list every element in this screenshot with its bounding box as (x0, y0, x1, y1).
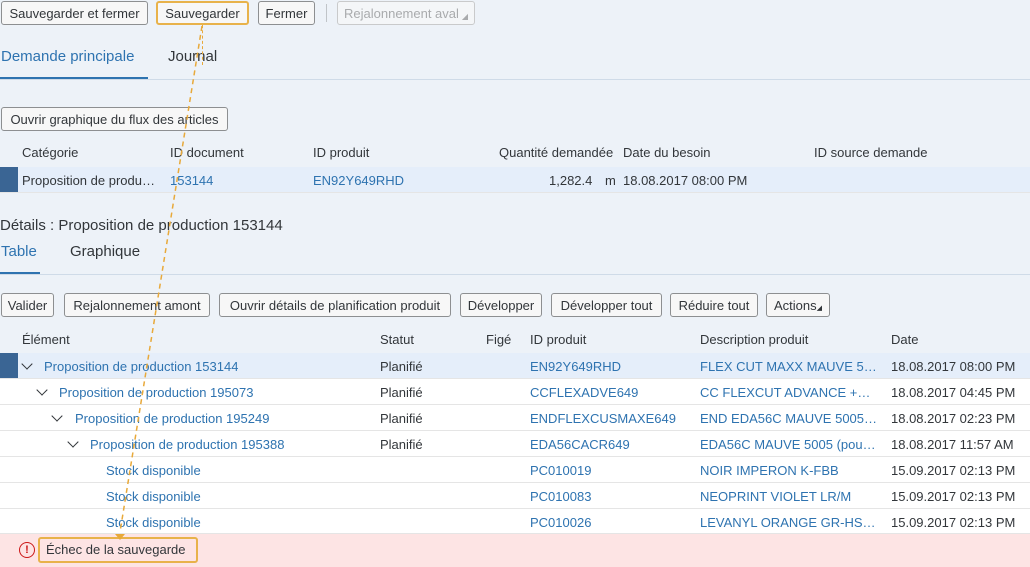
details-tabs-separator (0, 274, 1030, 275)
col-category: Catégorie (22, 145, 79, 160)
date-cell: 18.08.2017 11:57 AM (891, 437, 1014, 452)
row-selection-marker (0, 353, 18, 378)
tab-main-demand[interactable]: Demande principale (1, 48, 134, 65)
col-need-date: Date du besoin (623, 145, 711, 160)
actions-label: Actions (773, 297, 817, 313)
demand-category: Proposition de produ… (22, 173, 155, 188)
element-link[interactable]: Stock disponible (106, 515, 201, 530)
date-cell: 18.08.2017 04:45 PM (891, 385, 1016, 400)
date-cell: 15.09.2017 02:13 PM (891, 463, 1016, 478)
status-cell: Planifié (380, 385, 423, 400)
col-element: Élément (22, 332, 70, 347)
expand-all-button[interactable]: Développer tout (551, 293, 662, 317)
annotation-connector (202, 25, 203, 65)
chevron-down-icon[interactable] (51, 410, 63, 422)
col-document-id: ID document (170, 145, 244, 160)
date-cell: 15.09.2017 02:13 PM (891, 515, 1016, 530)
tab-table[interactable]: Table (1, 243, 37, 260)
col-status: Statut (380, 332, 414, 347)
details-title: Détails : Proposition de production 1531… (0, 217, 283, 234)
table-row[interactable]: Proposition de production 195073 Planifi… (0, 379, 1030, 405)
toolbar-separator (326, 4, 327, 22)
date-cell: 15.09.2017 02:13 PM (891, 489, 1016, 504)
element-link[interactable]: Proposition de production 195388 (90, 437, 284, 452)
tab-graphic[interactable]: Graphique (70, 243, 140, 260)
demand-document-link[interactable]: 153144 (170, 173, 213, 188)
product-link[interactable]: ENDFLEXCUSMAXE649 (530, 411, 676, 426)
demand-product-link[interactable]: EN92Y649RHD (313, 173, 404, 188)
open-flow-graph-button[interactable]: Ouvrir graphique du flux des articles (1, 107, 228, 131)
table-row[interactable]: Stock disponible PC010019 NOIR IMPERON K… (0, 457, 1030, 483)
description-link[interactable]: END EDA56C MAUVE 5005… (700, 411, 886, 426)
reschedule-down-label: Rejalonnement aval (344, 5, 459, 21)
product-link[interactable]: PC010019 (530, 463, 591, 478)
demand-unit: m (605, 173, 616, 188)
reschedule-down-button[interactable]: Rejalonnement aval ◢ (337, 1, 475, 25)
date-cell: 18.08.2017 02:23 PM (891, 411, 1016, 426)
table-row[interactable]: Stock disponible PC010083 NEOPRINT VIOLE… (0, 483, 1030, 509)
col-product-description: Description produit (700, 332, 809, 347)
date-cell: 18.08.2017 08:00 PM (891, 359, 1016, 374)
chevron-down-icon[interactable] (21, 358, 33, 370)
col-frozen: Figé (486, 332, 512, 347)
error-icon: ! (19, 542, 35, 558)
element-link[interactable]: Proposition de production 153144 (44, 359, 238, 374)
description-link[interactable]: CC FLEXCUT ADVANCE +… (700, 385, 886, 400)
actions-button[interactable]: Actions ◢ (766, 293, 830, 317)
tab-journal[interactable]: Journal (168, 48, 217, 65)
table-row[interactable]: Proposition de production 153144 Planifi… (0, 353, 1030, 379)
element-link[interactable]: Proposition de production 195073 (59, 385, 253, 400)
row-selection-marker (0, 167, 18, 192)
table-row[interactable]: Stock disponible PC010026 LEVANYL ORANGE… (0, 509, 1030, 534)
error-message-text: Échec de la sauvegarde (46, 542, 186, 557)
save-and-close-button[interactable]: Sauvegarder et fermer (1, 1, 148, 25)
status-cell: Planifié (380, 411, 423, 426)
validate-button[interactable]: Valider (1, 293, 54, 317)
close-button[interactable]: Fermer (258, 1, 315, 25)
description-link[interactable]: EDA56C MAUVE 5005 (pou… (700, 437, 886, 452)
resize-corner-icon: ◢ (816, 305, 823, 312)
product-link[interactable]: PC010083 (530, 489, 591, 504)
col-date: Date (891, 332, 919, 347)
element-link[interactable]: Proposition de production 195249 (75, 411, 269, 426)
table-row[interactable]: Proposition de production 195249 Planifi… (0, 405, 1030, 431)
resize-corner-icon: ◢ (461, 11, 469, 21)
description-link[interactable]: LEVANYL ORANGE GR-HS… (700, 515, 886, 530)
description-link[interactable]: NOIR IMPERON K-FBB (700, 463, 886, 478)
expand-button[interactable]: Développer (460, 293, 542, 317)
description-link[interactable]: NEOPRINT VIOLET LR/M (700, 489, 886, 504)
description-link[interactable]: FLEX CUT MAXX MAUVE 5… (700, 359, 886, 374)
tabs-separator (0, 79, 1030, 80)
col-detail-product-id: ID produit (530, 332, 587, 347)
demand-quantity: 1,282.4 (549, 173, 593, 188)
collapse-all-button[interactable]: Réduire tout (670, 293, 758, 317)
col-source-id: ID source demande (814, 145, 928, 160)
chevron-down-icon[interactable] (36, 384, 48, 396)
demand-row[interactable]: Proposition de produ… 153144 EN92Y649RHD… (0, 167, 1030, 193)
demand-date: 18.08.2017 08:00 PM (623, 173, 748, 188)
open-planning-details-button[interactable]: Ouvrir détails de planification produit (219, 293, 451, 317)
col-product-id: ID produit (313, 145, 370, 160)
product-link[interactable]: PC010026 (530, 515, 591, 530)
product-link[interactable]: EDA56CACR649 (530, 437, 630, 452)
table-row[interactable]: Proposition de production 195388 Planifi… (0, 431, 1030, 457)
status-cell: Planifié (380, 359, 423, 374)
chevron-down-icon[interactable] (67, 436, 79, 448)
element-link[interactable]: Stock disponible (106, 463, 201, 478)
save-button[interactable]: Sauvegarder (156, 1, 249, 25)
col-quantity: Quantité demandée (499, 145, 614, 160)
status-cell: Planifié (380, 437, 423, 452)
reschedule-up-button[interactable]: Rejalonnement amont (64, 293, 210, 317)
product-link[interactable]: EN92Y649RHD (530, 359, 621, 374)
element-link[interactable]: Stock disponible (106, 489, 201, 504)
product-link[interactable]: CCFLEXADVE649 (530, 385, 638, 400)
